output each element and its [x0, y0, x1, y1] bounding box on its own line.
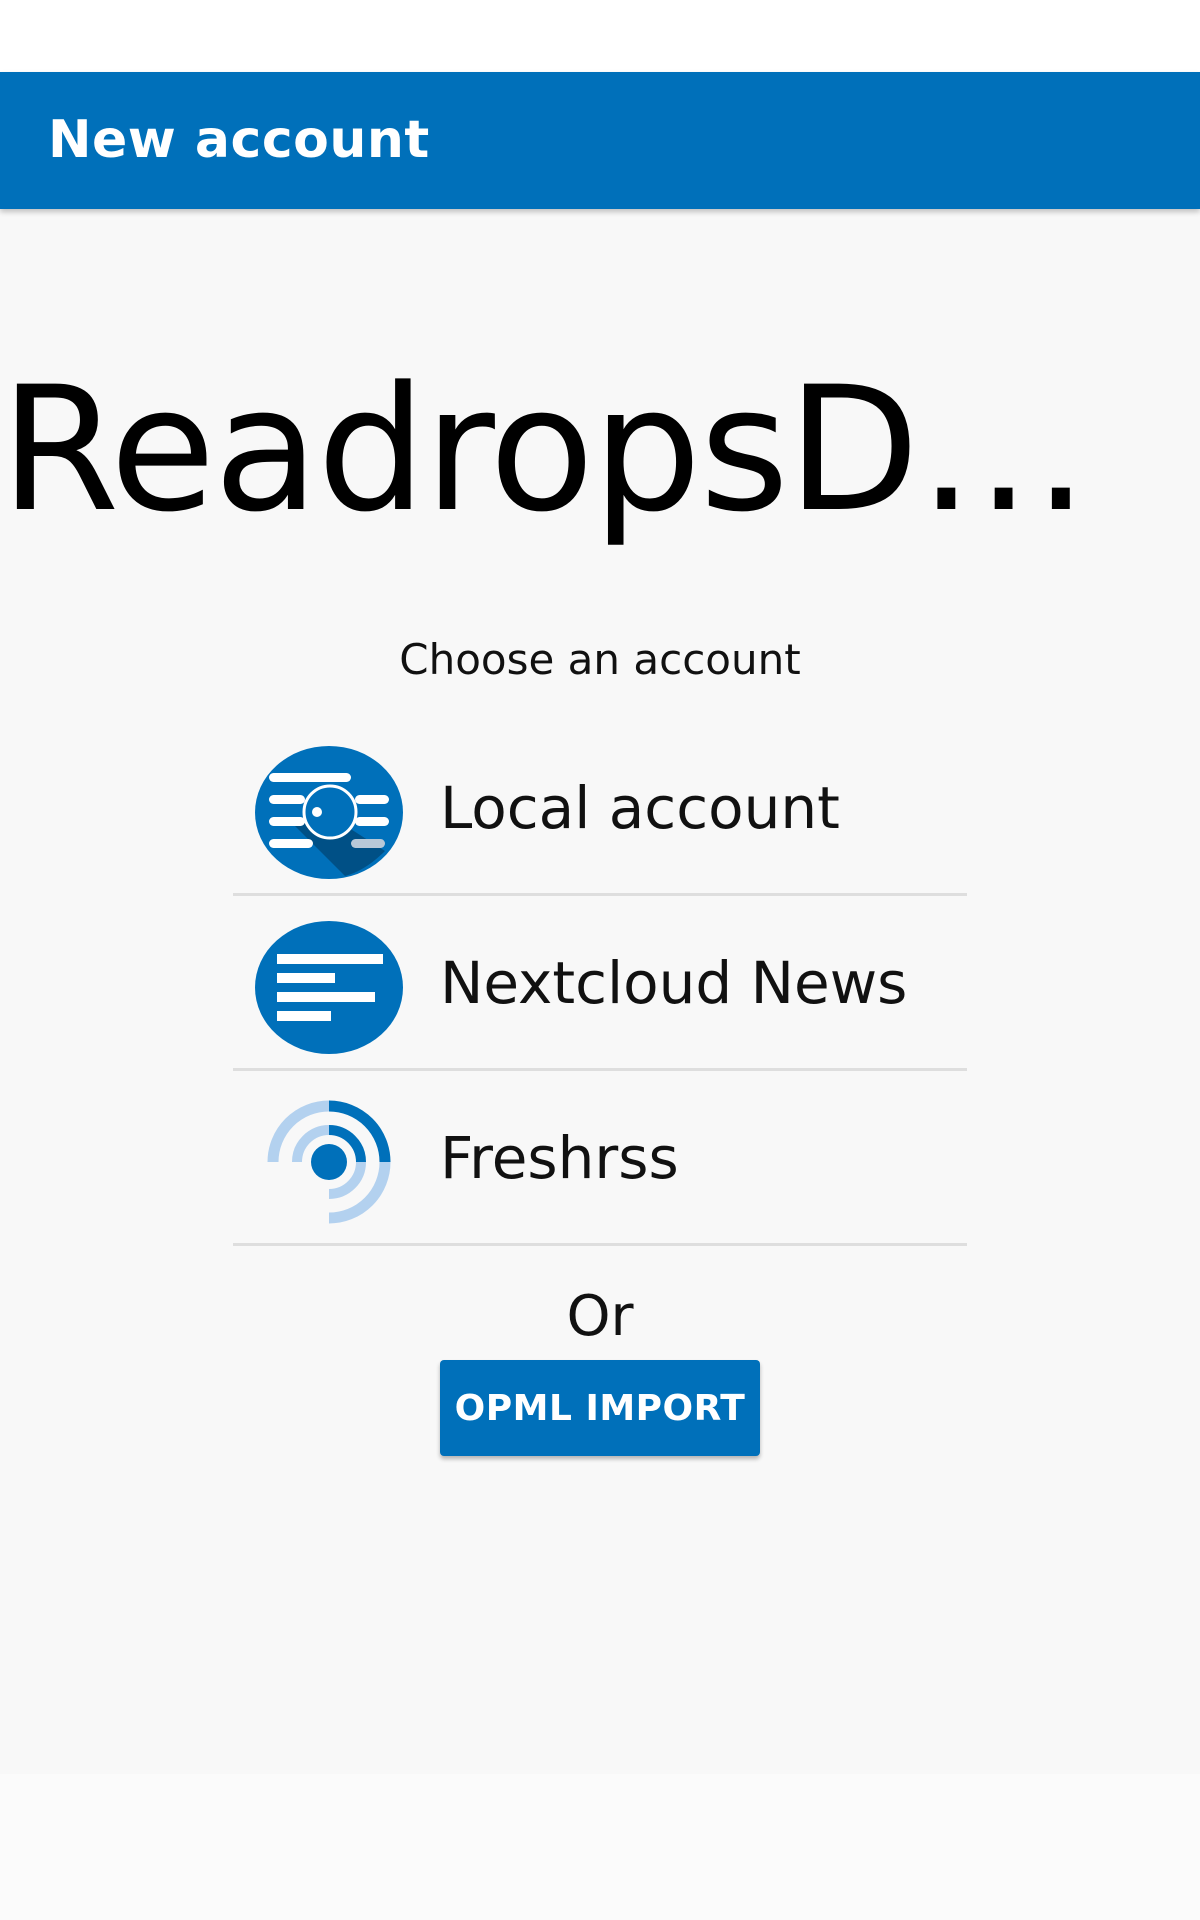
- account-item-label: Nextcloud News: [440, 949, 908, 1017]
- local-account-icon: [255, 746, 403, 879]
- account-item-local[interactable]: Local account: [233, 721, 967, 896]
- opml-import-button[interactable]: OPML IMPORT: [440, 1360, 760, 1456]
- account-item-nextcloud[interactable]: Nextcloud News: [233, 896, 967, 1071]
- choose-account-label: Choose an account: [399, 635, 801, 684]
- nextcloud-news-icon: [255, 921, 403, 1054]
- app-bar-title: New account: [48, 110, 430, 170]
- or-label: Or: [566, 1284, 634, 1349]
- main-content: ReadropsDebug Choose an account: [0, 209, 1200, 1774]
- bottom-area: [0, 1774, 1200, 1920]
- freshrss-icon: [255, 1096, 403, 1229]
- app-bar: New account: [0, 72, 1200, 209]
- account-item-freshrss[interactable]: Freshrss: [233, 1071, 967, 1246]
- account-item-label: Local account: [440, 774, 840, 842]
- account-item-label: Freshrss: [440, 1124, 679, 1192]
- app-name-heading: ReadropsDebug: [0, 350, 1170, 550]
- account-list: Local account Nextcloud News Freshrss: [233, 721, 967, 1246]
- status-bar: [0, 0, 1200, 72]
